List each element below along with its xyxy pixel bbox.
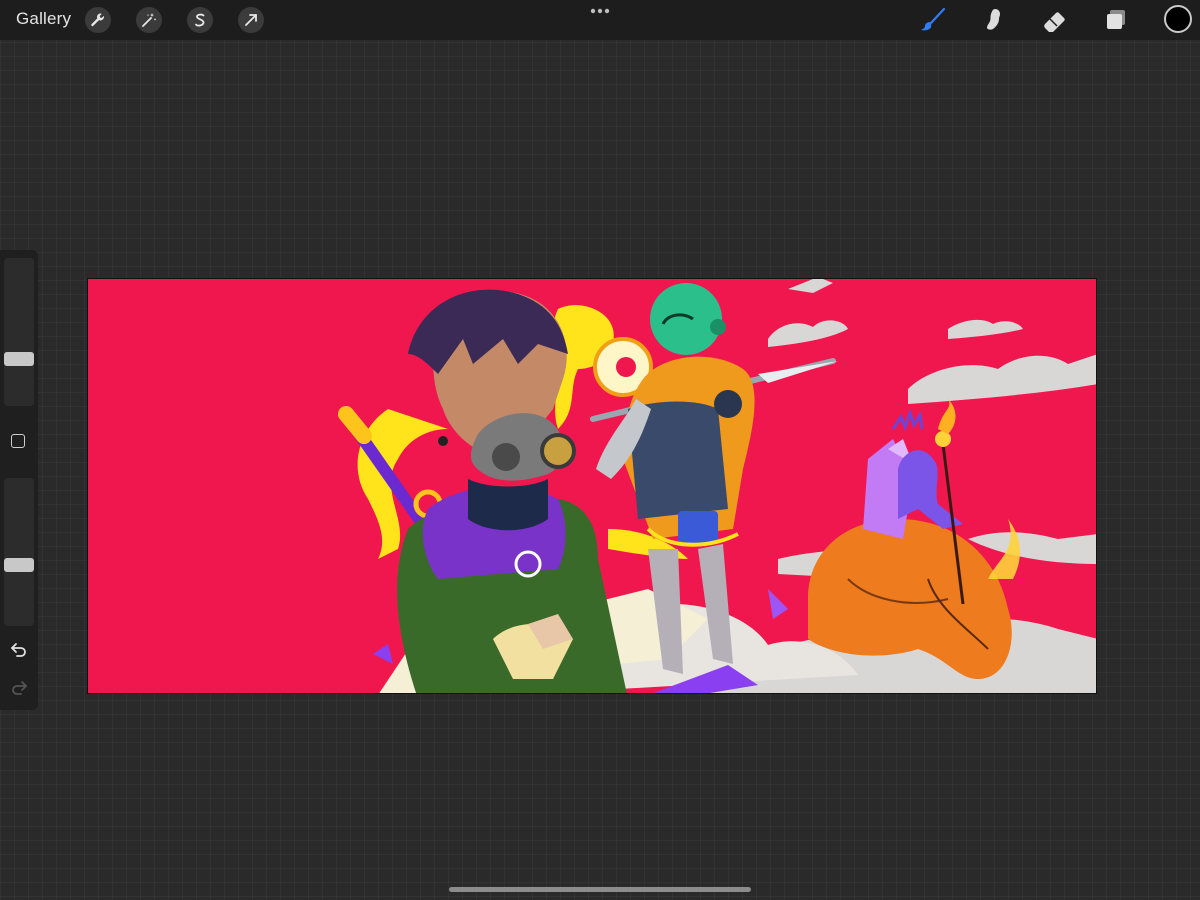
- home-indicator[interactable]: [449, 887, 751, 892]
- brush-size-slider[interactable]: [4, 258, 34, 406]
- magic-wand-icon[interactable]: [136, 7, 162, 33]
- square-modify-icon[interactable]: [11, 434, 25, 448]
- artwork-illustration: [338, 279, 1096, 693]
- left-sidebar: [0, 250, 38, 710]
- layers-icon[interactable]: [1102, 6, 1130, 34]
- opacity-slider[interactable]: [4, 478, 34, 626]
- alien-bag: [678, 511, 718, 543]
- artwork-canvas[interactable]: [87, 278, 1097, 694]
- character-collar: [468, 479, 548, 531]
- wrench-icon[interactable]: [85, 7, 111, 33]
- eraser-icon[interactable]: [1041, 6, 1069, 34]
- brush-icon[interactable]: [919, 6, 947, 34]
- selection-s-icon[interactable]: [187, 7, 213, 33]
- undo-icon[interactable]: [9, 640, 29, 658]
- brush-size-thumb[interactable]: [4, 351, 34, 366]
- gallery-button[interactable]: Gallery: [16, 9, 71, 29]
- redo-icon[interactable]: [9, 678, 29, 696]
- ellipsis-icon[interactable]: [586, 4, 614, 18]
- alien-head: [650, 283, 722, 355]
- arrow-cursor-icon[interactable]: [238, 7, 264, 33]
- top-toolbar: Gallery: [0, 0, 1200, 40]
- color-picker-button[interactable]: [1164, 5, 1192, 33]
- smudge-icon[interactable]: [980, 6, 1008, 34]
- opacity-thumb[interactable]: [4, 558, 34, 573]
